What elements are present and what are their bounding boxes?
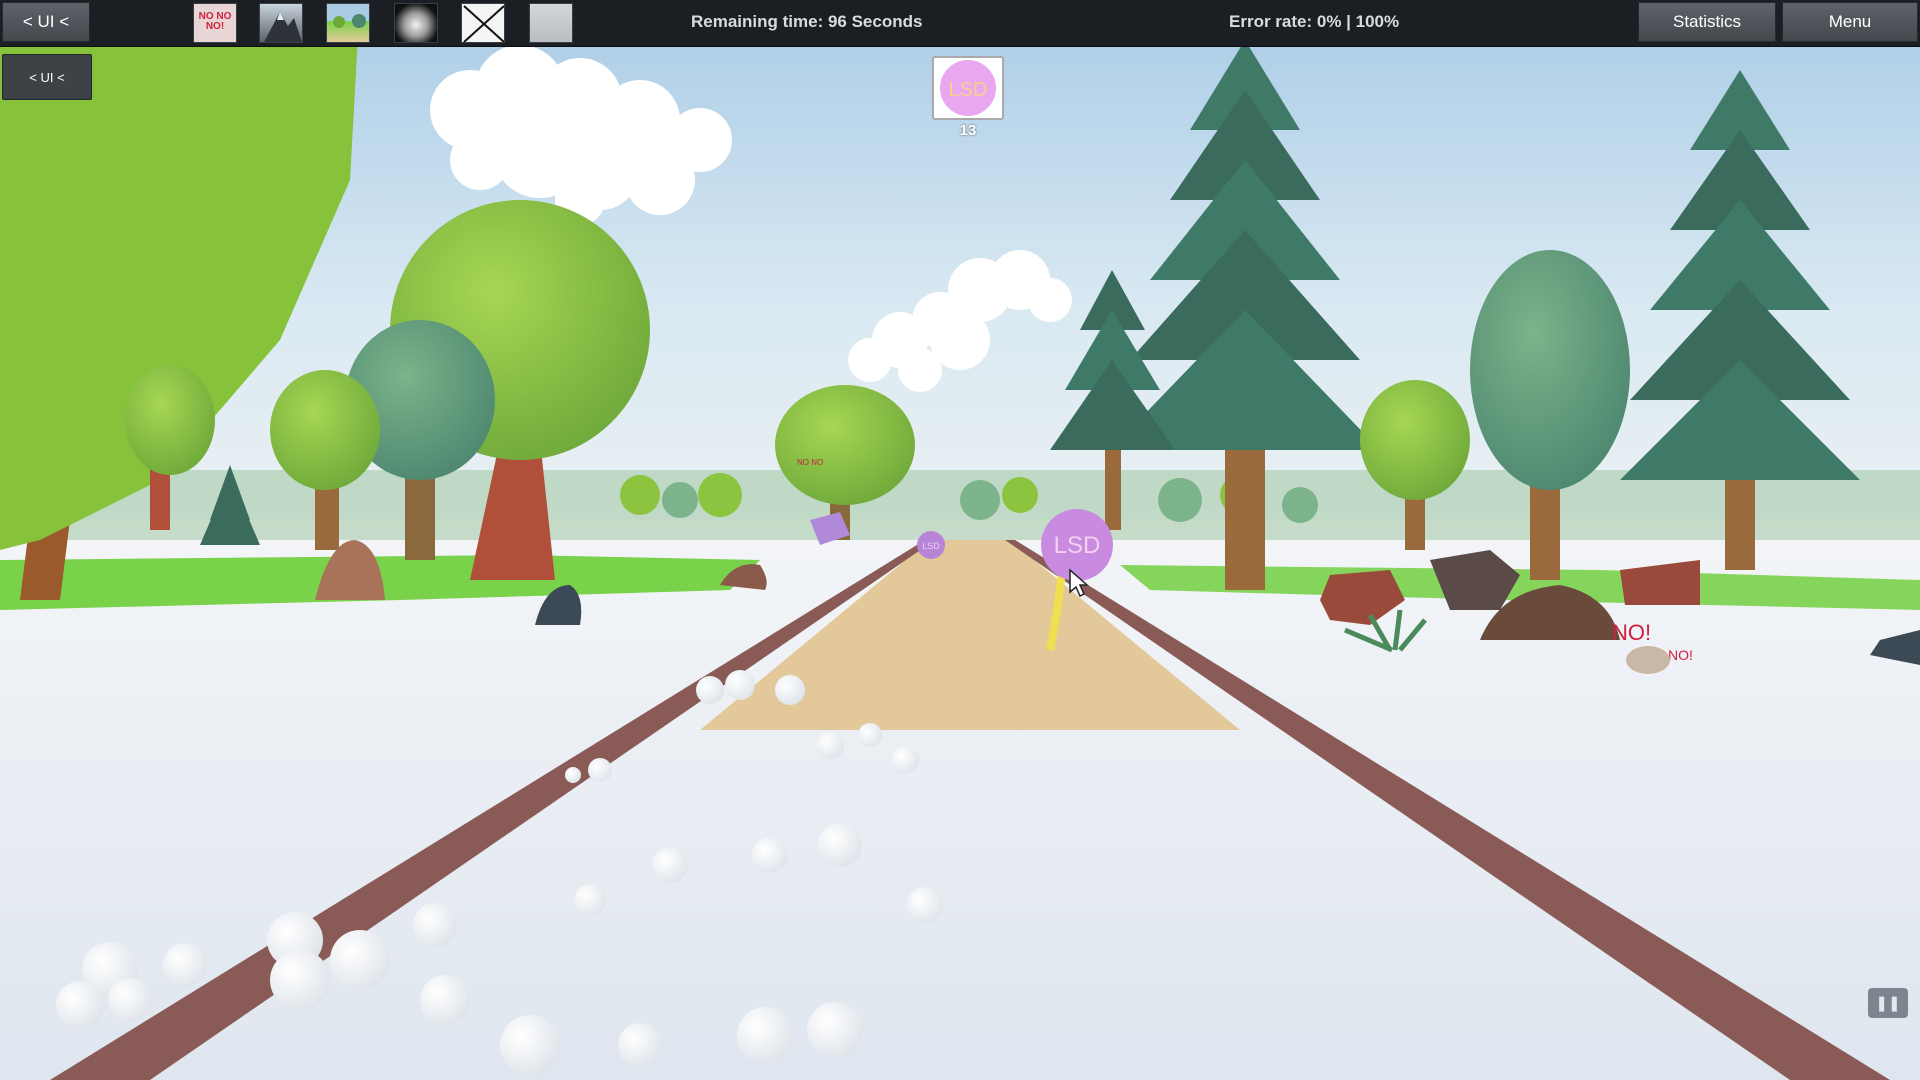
nono-thumbnail-text: NO NO NO! [198,11,232,32]
lsd-target-icon: LSD [940,60,996,116]
target-count: 13 [959,122,977,139]
dark-gradient-thumbnail[interactable] [394,3,438,43]
landscape-icon [333,14,366,28]
no-sign-text: NO! [1612,620,1651,645]
pause-icon: ❚❚ [1875,995,1901,1012]
mountain-thumbnail[interactable] [259,3,303,43]
mountain-icon [264,12,302,42]
lsd-balloon-small-label: LSD [922,541,940,551]
top-toolbar: < UI < NO NO NO! Remaining time: 96 Seco… [0,0,1920,47]
error-rate: Error rate: 0% | 100% [1229,12,1400,31]
nono-thumbnail[interactable]: NO NO NO! [193,3,237,43]
ui-panel-toggle[interactable]: < UI < [2,54,92,100]
pause-button[interactable]: ❚❚ [1868,988,1908,1018]
landscape-thumbnail[interactable] [326,3,370,43]
target-card: LSD [932,56,1004,120]
ui-toggle-button[interactable]: < UI < [2,2,90,42]
distant-trees [0,470,1920,540]
no-sign-far: NO NO [797,458,823,467]
game-scene: LSD LSD NO! NO! NO NO [0,0,1920,1080]
menu-button[interactable]: Menu [1782,2,1918,42]
target-label: LSD [949,79,988,101]
lsd-balloon-small[interactable]: LSD [917,531,945,559]
no-sign-text-small: NO! [1668,647,1693,663]
crossed-thumbnail[interactable] [461,3,505,43]
remaining-time: Remaining time: 96 Seconds [691,12,923,31]
lsd-balloon-label: LSD [1054,532,1101,559]
blank-thumbnail[interactable] [529,3,573,43]
cross-icon [463,5,504,42]
statistics-button[interactable]: Statistics [1638,2,1776,42]
